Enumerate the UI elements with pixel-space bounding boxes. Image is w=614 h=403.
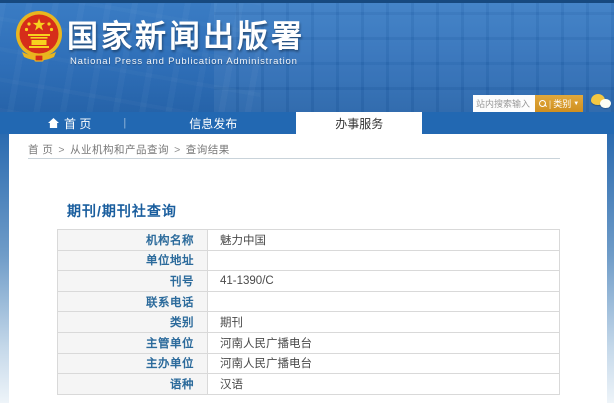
row-label: 刊号: [57, 270, 208, 292]
row-value: 41-1390/C: [207, 270, 560, 292]
breadcrumb-separator: >: [174, 144, 181, 156]
row-label: 机构名称: [57, 229, 208, 251]
table-row: 主办单位 河南人民广播电台: [57, 352, 560, 375]
query-result-table: 机构名称 魅力中国 单位地址 刊号 41-1390/C 联系电话 类别 期刊 主…: [57, 229, 560, 395]
row-value: 汉语: [207, 373, 560, 395]
row-label: 类别: [57, 311, 208, 333]
site-title: 国家新闻出版署: [67, 19, 305, 54]
nav-item-services[interactable]: 办事服务: [296, 112, 423, 134]
table-row: 语种 汉语: [57, 373, 560, 395]
table-row: 联系电话: [57, 290, 560, 313]
breadcrumb-home-link[interactable]: 首 页: [28, 144, 53, 156]
main-nav: 首 页 | 信息发布 办事服务: [0, 112, 614, 134]
table-row: 主管单位 河南人民广播电台: [57, 331, 560, 354]
breadcrumb-separator: >: [58, 144, 66, 156]
page-title: 期刊/期刊社查询: [67, 203, 177, 219]
wechat-icon[interactable]: [591, 94, 611, 112]
row-value: [207, 249, 560, 272]
table-row: 类别 期刊: [57, 311, 560, 333]
nav-item-information[interactable]: 信息发布: [158, 112, 268, 134]
site-header: 国家新闻出版署 National Press and Publication A…: [0, 3, 614, 112]
row-value: 期刊: [207, 311, 560, 333]
search-category-dropdown[interactable]: 类别: [553, 97, 571, 110]
nav-home-label: 首 页: [64, 116, 92, 131]
chevron-down-icon: ▼: [573, 100, 580, 107]
site-subtitle: National Press and Publication Administr…: [70, 56, 298, 67]
row-label: 语种: [57, 373, 208, 395]
breadcrumb-query-link[interactable]: 从业机构和产品查询: [70, 144, 169, 156]
nav-services-label: 办事服务: [335, 116, 384, 131]
search-button[interactable]: | 类别 ▼: [535, 95, 583, 112]
breadcrumb-current: 查询结果: [185, 144, 230, 156]
search-icon: [538, 99, 547, 108]
row-label: 主办单位: [57, 352, 208, 375]
row-value: [207, 290, 560, 313]
page: 国家新闻出版署 National Press and Publication A…: [0, 0, 614, 403]
nav-separator: |: [123, 117, 127, 129]
left-edge-strip: [0, 134, 9, 403]
row-value: 河南人民广播电台: [207, 331, 560, 354]
search-separator: |: [548, 98, 552, 109]
breadcrumb: 首 页 > 从业机构和产品查询 > 查询结果: [28, 142, 230, 157]
row-value: 魅力中国: [207, 229, 560, 251]
home-icon: [48, 118, 59, 128]
national-emblem-logo: [16, 11, 62, 62]
right-edge-strip: [607, 134, 614, 403]
search-input[interactable]: [473, 95, 535, 112]
table-row: 刊号 41-1390/C: [57, 270, 560, 292]
table-row: 机构名称 魅力中国: [57, 229, 560, 251]
row-label: 联系电话: [57, 290, 208, 313]
table-row: 单位地址: [57, 249, 560, 272]
breadcrumb-divider: [28, 158, 560, 159]
row-label: 单位地址: [57, 249, 208, 272]
wechat-bubble-small: [600, 99, 611, 108]
row-label: 主管单位: [57, 331, 208, 354]
nav-item-home[interactable]: 首 页: [38, 112, 101, 134]
site-search: | 类别 ▼: [473, 95, 583, 112]
nav-info-label: 信息发布: [189, 116, 238, 131]
row-value: 河南人民广播电台: [207, 352, 560, 375]
